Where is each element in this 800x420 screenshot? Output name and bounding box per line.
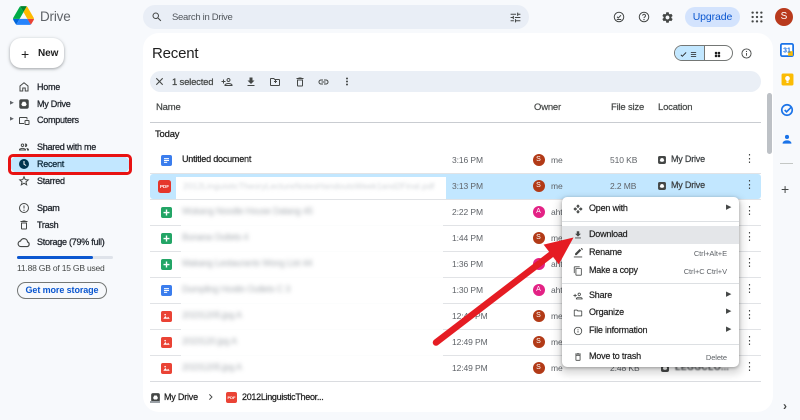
svg-text:31: 31 xyxy=(783,48,791,55)
